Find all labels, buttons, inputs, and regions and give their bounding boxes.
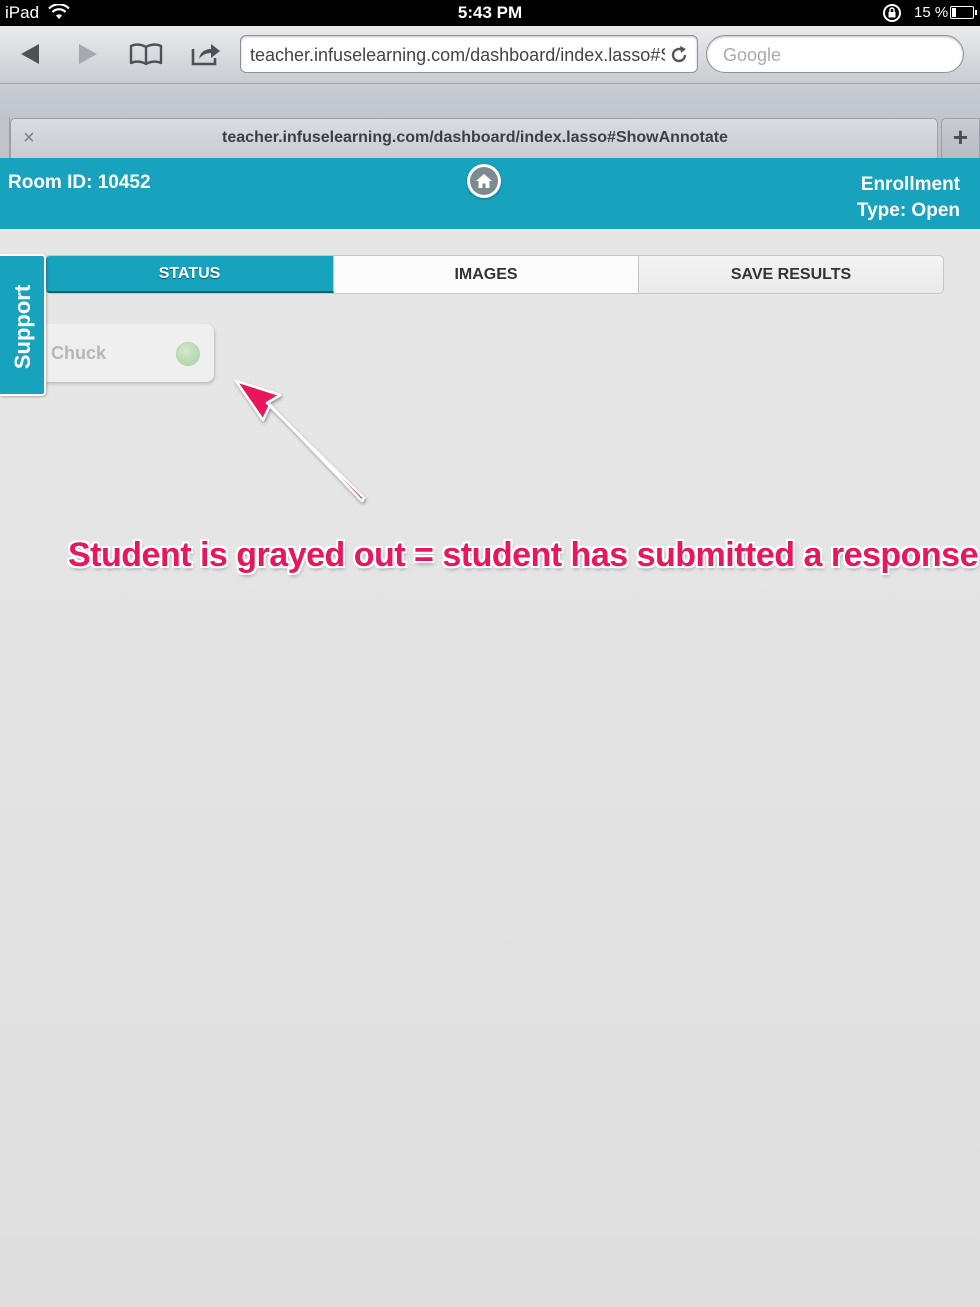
share-button[interactable] bbox=[186, 36, 226, 72]
forward-button[interactable] bbox=[68, 36, 108, 72]
back-button[interactable] bbox=[10, 36, 50, 72]
back-arrow-icon bbox=[21, 44, 39, 64]
battery-percent: 15 % bbox=[914, 4, 949, 21]
tab-title: teacher.infuselearning.com/dashboard/ind… bbox=[222, 129, 728, 146]
app-header: Room ID: 10452 Enrollment Type: Open bbox=[0, 158, 980, 229]
view-tabs: STATUS IMAGES SAVE RESULTS bbox=[45, 255, 944, 294]
battery-icon bbox=[950, 6, 977, 19]
tab-status[interactable]: STATUS bbox=[46, 256, 334, 293]
forward-arrow-icon bbox=[79, 44, 97, 64]
main-content: STATUS IMAGES SAVE RESULTS Chuck Support bbox=[0, 229, 980, 1307]
support-label: Support bbox=[10, 284, 35, 370]
student-name: Chuck bbox=[51, 343, 107, 363]
bookmarks-button[interactable] bbox=[126, 36, 166, 72]
search-input[interactable]: Google bbox=[706, 35, 964, 73]
status-bar: iPad 5:43 PM 15 % bbox=[0, 0, 980, 26]
annotation-arrow bbox=[234, 379, 366, 503]
tab-bar: × teacher.infuselearning.com/dashboard/i… bbox=[0, 84, 980, 158]
rotation-lock-icon bbox=[882, 3, 902, 28]
student-card[interactable]: Chuck bbox=[40, 324, 214, 382]
clock: 5:43 PM bbox=[457, 3, 523, 22]
support-tab[interactable]: Support bbox=[0, 254, 46, 396]
annotation-text: Student is grayed out = student has subm… bbox=[68, 536, 979, 574]
tab-images[interactable]: IMAGES bbox=[334, 256, 639, 293]
enrollment-type: Enrollment Type: Open bbox=[857, 172, 960, 224]
enrollment-label: Enrollment bbox=[860, 174, 960, 195]
url-text: teacher.infuselearning.com/dashboard/ind… bbox=[250, 45, 665, 65]
tab-edge bbox=[0, 118, 10, 158]
new-tab-button[interactable]: + bbox=[941, 118, 980, 158]
share-icon bbox=[191, 44, 220, 66]
browser-toolbar: teacher.infuselearning.com/dashboard/ind… bbox=[0, 26, 980, 84]
home-icon bbox=[470, 167, 498, 195]
reload-icon[interactable] bbox=[669, 45, 689, 70]
book-icon bbox=[129, 43, 163, 66]
enrollment-value: Type: Open bbox=[856, 200, 960, 221]
tab-save-results[interactable]: SAVE RESULTS bbox=[639, 256, 943, 293]
address-bar[interactable]: teacher.infuselearning.com/dashboard/ind… bbox=[240, 35, 698, 73]
search-placeholder: Google bbox=[723, 45, 782, 65]
room-id: Room ID: 10452 bbox=[8, 172, 151, 193]
browser-tab[interactable]: × teacher.infuselearning.com/dashboard/i… bbox=[10, 118, 938, 158]
status-indicator bbox=[176, 342, 200, 366]
home-button[interactable] bbox=[467, 164, 501, 198]
